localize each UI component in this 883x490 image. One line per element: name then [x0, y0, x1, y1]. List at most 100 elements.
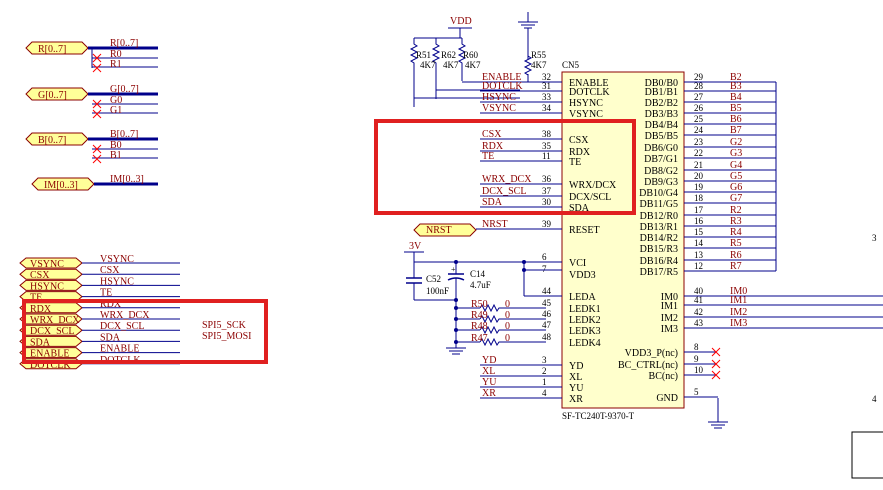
resistor-icon	[409, 38, 419, 107]
resistor-icon	[479, 337, 546, 347]
net-label: XR	[482, 388, 496, 399]
pin-name: VSYNC	[569, 109, 603, 120]
net-label: R3	[730, 216, 742, 227]
res-ref: R49	[471, 310, 488, 321]
net-label: VSYNC	[482, 103, 516, 114]
res-val: 4K7	[420, 60, 436, 70]
net-label: CSX	[482, 129, 502, 140]
junction-icon	[522, 260, 526, 264]
net-label: R2	[730, 205, 742, 216]
net-label: SDA	[100, 332, 121, 343]
port-label: ENABLE	[30, 349, 69, 360]
pin-number: 28	[694, 81, 704, 91]
net-label: G2	[730, 137, 742, 148]
v3-label: 3V	[409, 241, 422, 252]
net-label: WRX_DCX	[100, 310, 150, 321]
pin-name: RESET	[569, 225, 600, 236]
port-im-bus-label: IM[0..3]	[44, 180, 78, 191]
pin-name: VDD3_P(nc)	[625, 348, 678, 359]
net-label: B6	[730, 114, 742, 125]
left-port-group: VSYNC VSYNCCSX CSXHSYNC HSYNCTE TERDX RDXWRX_…	[19, 254, 180, 371]
net-label: G5	[730, 171, 742, 182]
junction-icon	[454, 328, 458, 332]
pin-name: VDD3	[569, 270, 596, 281]
pin-number: 21	[694, 160, 703, 170]
net-label: TE	[100, 288, 112, 299]
pin-name: IM3	[661, 324, 678, 335]
spi-mosi-label: SPI5_MOSI	[202, 331, 251, 342]
pin-number: 47	[542, 320, 552, 330]
no-connect-icon	[92, 63, 102, 73]
pin-number: 37	[542, 186, 552, 196]
net-label: R6	[730, 250, 742, 261]
port-b-bus-label: B[0..7]	[38, 135, 66, 146]
pin-number: 4	[542, 388, 547, 398]
pin-number: 36	[542, 174, 552, 184]
res-val: 0	[505, 310, 510, 321]
led-resistor-group: R50 0 R49 0 R48 0 R47 0	[454, 299, 546, 347]
pin-name: BC(nc)	[649, 371, 678, 382]
net-label: VSYNC	[100, 254, 134, 265]
pin-name: DB6/G0	[644, 143, 678, 154]
pin-number: 1	[542, 377, 547, 387]
port-label: CSX	[30, 270, 50, 281]
pin-name: WRX/DCX	[569, 180, 617, 191]
pin-number: 13	[694, 250, 704, 260]
pin-number: 33	[542, 92, 552, 102]
pin-number: 18	[694, 193, 704, 203]
pin-number: 12	[694, 261, 703, 271]
cap-val: 4.7uF	[470, 280, 491, 290]
net-label: B7	[730, 125, 742, 136]
net-label: TE	[482, 151, 494, 162]
bus-label-im: IM[0..3]	[110, 174, 144, 185]
pin-number: 41	[694, 295, 703, 305]
res-val: 0	[505, 333, 510, 344]
pin-number: 17	[694, 205, 704, 215]
pin-number: 6	[542, 252, 547, 262]
resistor-icon	[479, 314, 546, 324]
pin-name: DB1/B1	[645, 87, 678, 98]
pin-name: DB14/R2	[640, 233, 678, 244]
net-label: R4	[730, 227, 742, 238]
net-label: G7	[730, 193, 742, 204]
offpage-mark: 3	[872, 233, 877, 243]
connector-ref: CN5	[562, 60, 580, 70]
pin-name: YD	[569, 361, 583, 372]
pin-number: 34	[542, 103, 552, 113]
pin-number: 30	[542, 197, 552, 207]
net-label: G3	[730, 148, 742, 159]
pin-name: DOTCLK	[569, 87, 610, 98]
net-label: G6	[730, 182, 742, 193]
res-ref: R51	[416, 50, 431, 60]
no-connect-icon	[92, 109, 102, 119]
net-label: YD	[482, 355, 496, 366]
pin-name: DB7/G1	[644, 154, 678, 165]
pin-number: 39	[542, 219, 552, 229]
pin-number: 19	[694, 182, 704, 192]
pin-name: XR	[569, 394, 583, 405]
net-label: R5	[730, 238, 742, 249]
pin-number: 45	[542, 298, 552, 308]
pin-name: DCX/SCL	[569, 192, 611, 203]
pin-name: DB16/R4	[640, 256, 678, 267]
pin-name: DB12/R0	[640, 211, 678, 222]
pin-name: DB2/B2	[645, 98, 678, 109]
plus-icon: +	[451, 265, 456, 274]
spi-sck-label: SPI5_SCK	[202, 320, 247, 331]
resistor-icon	[479, 325, 546, 335]
port-nrst-label: NRST	[426, 225, 452, 236]
pin-name: LEDK2	[569, 315, 601, 326]
pin-name: DB8/G2	[644, 166, 678, 177]
net-label: HSYNC	[482, 92, 516, 103]
port-label: SDA	[30, 337, 51, 348]
net-label: R7	[730, 261, 742, 272]
pin-number: 16	[694, 216, 704, 226]
bus-label-r: R[0..7]	[110, 38, 138, 49]
res-ref: R55	[531, 50, 547, 60]
res-val: 0	[505, 321, 510, 332]
port-label: WRX_DCX	[30, 315, 80, 326]
res-ref: R60	[463, 50, 479, 60]
pin-name: BC_CTRL(nc)	[618, 360, 678, 371]
pin-number: 7	[542, 264, 547, 274]
net-label: DCX_SCL	[482, 186, 526, 197]
